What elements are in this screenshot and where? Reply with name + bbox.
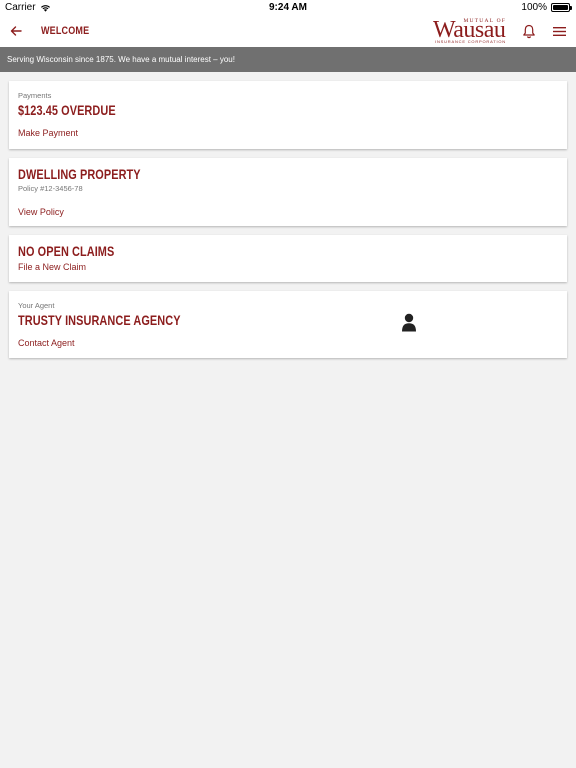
file-claim-link[interactable]: File a New Claim — [18, 262, 86, 272]
make-payment-link[interactable]: Make Payment — [18, 128, 78, 138]
payments-label: Payments — [18, 91, 52, 100]
payments-amount: $123.45 OVERDUE — [18, 102, 116, 118]
status-time: 9:24 AM — [269, 2, 307, 13]
payments-card: Payments $123.45 OVERDUE Make Payment — [9, 81, 567, 149]
battery-percent: 100% — [521, 2, 547, 13]
contact-agent-link[interactable]: Contact Agent — [18, 338, 75, 348]
agent-name: TRUSTY INSURANCE AGENCY — [18, 312, 181, 328]
logo-sub-text: INSURANCE CORPORATION — [435, 39, 506, 44]
wausau-logo: MUTUAL OF Wausau INSURANCE CORPORATION — [432, 18, 508, 46]
info-banner: Serving Wisconsin since 1875. We have a … — [0, 47, 576, 72]
agent-label: Your Agent — [18, 301, 55, 310]
nav-bar: WELCOME MUTUAL OF Wausau INSURANCE CORPO… — [0, 16, 576, 47]
view-policy-link[interactable]: View Policy — [18, 207, 64, 217]
battery-icon — [551, 3, 572, 12]
arrow-left-icon[interactable] — [9, 24, 23, 38]
claims-title: NO OPEN CLAIMS — [18, 243, 115, 259]
page-title: WELCOME — [41, 25, 90, 37]
agent-card: Your Agent TRUSTY INSURANCE AGENCY Conta… — [9, 291, 567, 358]
claims-card: NO OPEN CLAIMS File a New Claim — [9, 235, 567, 282]
hamburger-menu-icon[interactable] — [553, 26, 566, 37]
policy-card: DWELLING PROPERTY Policy #12-3456-78 Vie… — [9, 158, 567, 226]
bell-icon[interactable] — [522, 24, 536, 39]
person-icon — [402, 313, 416, 332]
policy-number: Policy #12-3456-78 — [18, 184, 83, 193]
status-bar: Carrier 9:24 AM 100% — [0, 0, 576, 16]
policy-title: DWELLING PROPERTY — [18, 166, 141, 182]
status-right: 100% — [521, 2, 572, 13]
